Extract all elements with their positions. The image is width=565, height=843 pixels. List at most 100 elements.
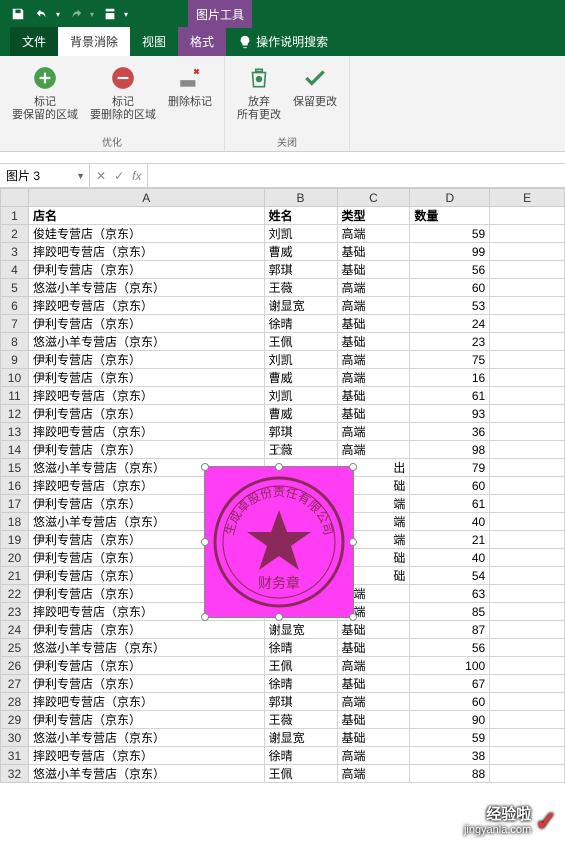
cell[interactable]: 悠滋小羊专营店（京东）: [28, 729, 264, 747]
row-header[interactable]: 26: [1, 657, 29, 675]
worksheet-grid[interactable]: A B C D E 1 店名 姓名 类型 数量 2俊娃专营店（京东）刘凯高端59…: [0, 188, 565, 783]
mark-delete-button[interactable]: 标记 要删除的区域: [86, 60, 160, 124]
cell[interactable]: 36: [410, 423, 490, 441]
cell[interactable]: [490, 387, 565, 405]
keep-changes-button[interactable]: 保留更改: [289, 60, 341, 124]
save-icon[interactable]: [8, 4, 28, 24]
cell[interactable]: [490, 333, 565, 351]
cell[interactable]: 高端: [337, 765, 410, 783]
cell[interactable]: 基础: [337, 405, 410, 423]
cell[interactable]: 摔跤吧专营店（京东）: [28, 747, 264, 765]
cell[interactable]: 高端: [337, 423, 410, 441]
cell[interactable]: [490, 459, 565, 477]
row-header[interactable]: 16: [1, 477, 29, 495]
row-header[interactable]: 14: [1, 441, 29, 459]
cell[interactable]: 伊利专营店（京东）: [28, 351, 264, 369]
row-header[interactable]: 27: [1, 675, 29, 693]
cell[interactable]: 60: [410, 693, 490, 711]
cell[interactable]: 徐晴: [264, 747, 337, 765]
cell[interactable]: 高端: [337, 279, 410, 297]
resize-handle[interactable]: [275, 463, 283, 471]
cancel-formula-icon[interactable]: ✕: [96, 169, 106, 183]
cell[interactable]: 摔跤吧专营店（京东）: [28, 297, 264, 315]
cell[interactable]: [490, 297, 565, 315]
name-box-dropdown-icon[interactable]: ▼: [76, 171, 85, 181]
row-header[interactable]: 20: [1, 549, 29, 567]
cell[interactable]: 郭琪: [264, 423, 337, 441]
mark-keep-button[interactable]: 标记 要保留的区域: [8, 60, 82, 124]
cell[interactable]: 基础: [337, 315, 410, 333]
cell[interactable]: 悠滋小羊专营店（京东）: [28, 279, 264, 297]
cell[interactable]: 90: [410, 711, 490, 729]
cell[interactable]: 60: [410, 477, 490, 495]
formula-bar[interactable]: [148, 164, 565, 187]
tell-me-search[interactable]: 操作说明搜索: [226, 27, 340, 56]
cell[interactable]: 40: [410, 513, 490, 531]
cell[interactable]: [490, 657, 565, 675]
cell[interactable]: 谢显宽: [264, 729, 337, 747]
cell[interactable]: 悠滋小羊专营店（京东）: [28, 639, 264, 657]
cell[interactable]: 16: [410, 369, 490, 387]
cell[interactable]: 数量: [410, 207, 490, 225]
cell[interactable]: 摔跤吧专营店（京东）: [28, 693, 264, 711]
cell[interactable]: 摔跤吧专营店（京东）: [28, 387, 264, 405]
cell[interactable]: 56: [410, 639, 490, 657]
cell[interactable]: 基础: [337, 261, 410, 279]
cell[interactable]: 曹威: [264, 405, 337, 423]
cell[interactable]: 伊利专营店（京东）: [28, 369, 264, 387]
selected-picture[interactable]: 生成卓股份责任有限公司 财务章: [204, 466, 354, 618]
cell[interactable]: [490, 351, 565, 369]
cell[interactable]: 刘凯: [264, 351, 337, 369]
row-header[interactable]: 2: [1, 225, 29, 243]
cell[interactable]: 悠滋小羊专营店（京东）: [28, 765, 264, 783]
cell[interactable]: [490, 243, 565, 261]
cell[interactable]: 基础: [337, 243, 410, 261]
cell[interactable]: 23: [410, 333, 490, 351]
cell[interactable]: 基础: [337, 711, 410, 729]
cell[interactable]: 高端: [337, 351, 410, 369]
cell[interactable]: 王佩: [264, 657, 337, 675]
row-header[interactable]: 18: [1, 513, 29, 531]
cell[interactable]: 姓名: [264, 207, 337, 225]
cell[interactable]: 88: [410, 765, 490, 783]
cell[interactable]: 高端: [337, 369, 410, 387]
row-header[interactable]: 15: [1, 459, 29, 477]
cell[interactable]: [490, 423, 565, 441]
cell[interactable]: 伊利专营店（京东）: [28, 621, 264, 639]
cell[interactable]: 53: [410, 297, 490, 315]
resize-handle[interactable]: [201, 463, 209, 471]
row-header[interactable]: 23: [1, 603, 29, 621]
row-header[interactable]: 6: [1, 297, 29, 315]
cell[interactable]: [490, 531, 565, 549]
cell[interactable]: 伊利专营店（京东）: [28, 405, 264, 423]
row-header[interactable]: 12: [1, 405, 29, 423]
name-box[interactable]: 图片 3 ▼: [0, 164, 90, 187]
enter-formula-icon[interactable]: ✓: [114, 169, 124, 183]
cell[interactable]: 61: [410, 387, 490, 405]
row-header[interactable]: 9: [1, 351, 29, 369]
cell[interactable]: 21: [410, 531, 490, 549]
cell[interactable]: 刘凯: [264, 225, 337, 243]
cell[interactable]: [490, 279, 565, 297]
cell[interactable]: 56: [410, 261, 490, 279]
delete-mark-button[interactable]: 删除标记: [164, 60, 216, 124]
cell[interactable]: [490, 549, 565, 567]
cell[interactable]: [490, 567, 565, 585]
fx-icon[interactable]: fx: [132, 169, 141, 183]
row-header[interactable]: 28: [1, 693, 29, 711]
cell[interactable]: [490, 225, 565, 243]
qat-dropdown-icon[interactable]: ▾: [124, 10, 128, 19]
cell[interactable]: 曹威: [264, 243, 337, 261]
cell[interactable]: 100: [410, 657, 490, 675]
cell[interactable]: 伊利专营店（京东）: [28, 315, 264, 333]
cell[interactable]: [490, 603, 565, 621]
cell[interactable]: 99: [410, 243, 490, 261]
row-header[interactable]: 24: [1, 621, 29, 639]
cell[interactable]: 俊娃专营店（京东）: [28, 225, 264, 243]
row-header[interactable]: 11: [1, 387, 29, 405]
cell[interactable]: [490, 207, 565, 225]
row-header[interactable]: 30: [1, 729, 29, 747]
cell[interactable]: 85: [410, 603, 490, 621]
cell[interactable]: 谢显宽: [264, 621, 337, 639]
cell[interactable]: [490, 405, 565, 423]
